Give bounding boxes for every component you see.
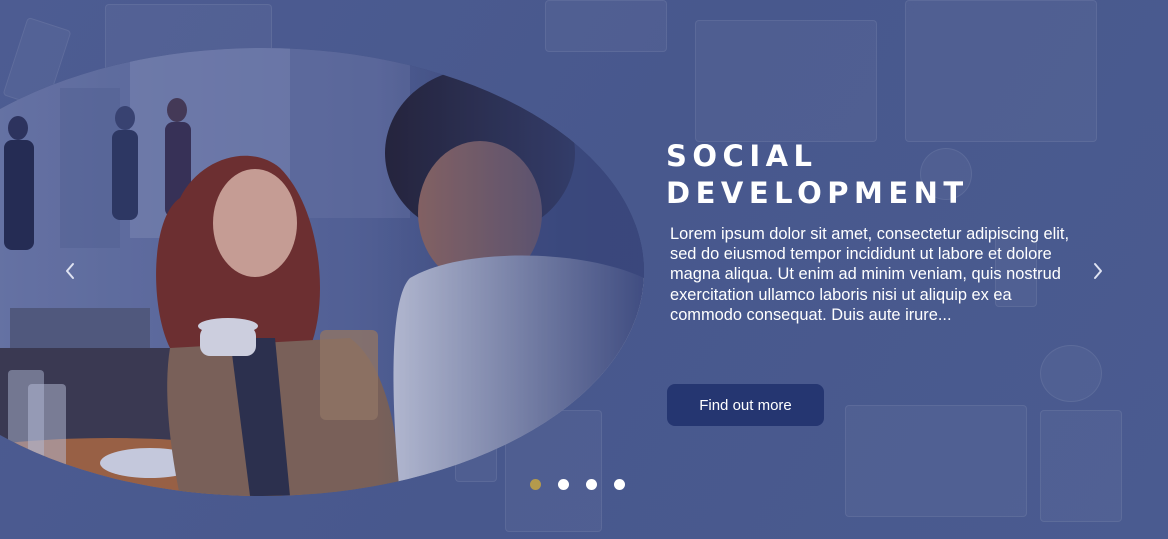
pagination-dot-3[interactable] (586, 479, 597, 490)
carousel-pagination (530, 479, 625, 490)
chevron-left-icon (66, 263, 74, 279)
background-cup (1040, 345, 1102, 402)
background-laptop (695, 20, 877, 142)
background-paper (905, 0, 1097, 142)
slide-description: Lorem ipsum dolor sit amet, consectetur … (670, 225, 1070, 324)
background-keyboard (845, 405, 1027, 517)
pagination-dot-1[interactable] (530, 479, 541, 490)
chevron-right-icon (1094, 263, 1102, 279)
slide-title: SOCIAL DEVELOPMENT (666, 138, 969, 212)
pagination-dot-4[interactable] (614, 479, 625, 490)
find-out-more-button[interactable]: Find out more (667, 384, 824, 426)
background-notepad (1040, 410, 1122, 522)
previous-slide-button[interactable] (57, 258, 83, 284)
slide-title-line2: DEVELOPMENT (666, 176, 969, 210)
background-tablet (545, 0, 667, 52)
hero-slider: SOCIAL DEVELOPMENT Lorem ipsum dolor sit… (0, 0, 1168, 539)
slide-title-line1: SOCIAL (666, 139, 818, 173)
next-slide-button[interactable] (1085, 258, 1111, 284)
pagination-dot-2[interactable] (558, 479, 569, 490)
